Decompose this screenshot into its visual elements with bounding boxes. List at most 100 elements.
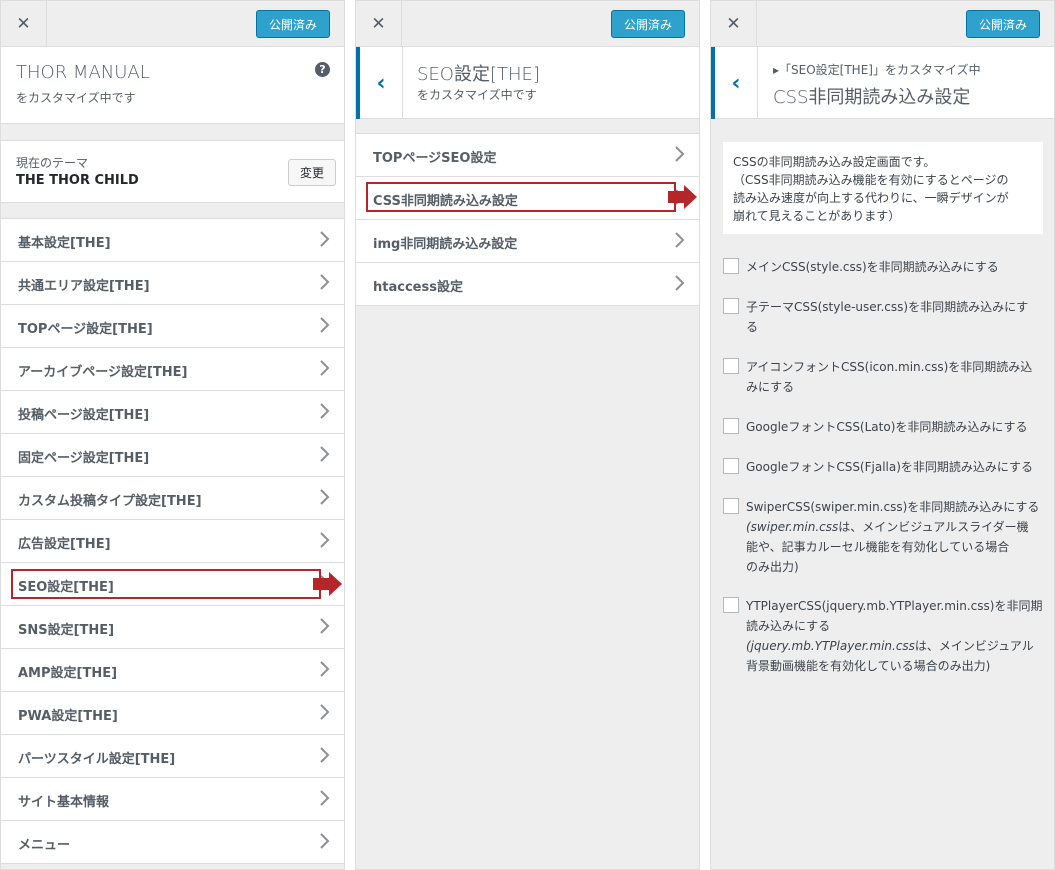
- section-list: 基本設定[THE] 共通エリア設定[THE] TOPページ設定[THE] アーカイブペ…: [1, 218, 344, 864]
- highlight-arrow-icon: [313, 572, 342, 596]
- close-icon[interactable]: ✕: [356, 1, 402, 46]
- chevron-right-icon: [320, 833, 330, 849]
- css-async-panel: ✕ 公開済み ‹ ▸「SEO設定[THE]」をカスタマイズ中 CSS非同期読み込…: [710, 0, 1055, 870]
- option-note: 背景動画機能を有効化している場合のみ出力): [746, 659, 991, 673]
- section-item[interactable]: アーカイブページ設定[THE]: [1, 348, 344, 391]
- section-item[interactable]: 固定ページ設定[THE]: [1, 434, 344, 477]
- section-item-label: 広告設定[THE]: [18, 537, 111, 552]
- chevron-right-icon: [320, 661, 330, 677]
- section-item[interactable]: メニュー: [1, 821, 344, 864]
- close-icon[interactable]: ✕: [711, 1, 757, 46]
- section-item-label: メニュー: [18, 838, 71, 853]
- section-item-label: 投稿ページ設定[THE]: [18, 408, 150, 423]
- checkbox[interactable]: [723, 418, 739, 434]
- checkbox[interactable]: [723, 597, 739, 613]
- chevron-right-icon: [675, 146, 685, 162]
- option-label: YTPlayerCSS(jquery.mb.YTPlayer.min.css)を…: [746, 599, 1043, 613]
- section-item-label: アーカイブページ設定[THE]: [18, 365, 188, 380]
- option-note-file: (swiper.min.css: [746, 520, 839, 534]
- help-icon[interactable]: ?: [315, 62, 330, 77]
- chevron-right-icon: [320, 747, 330, 763]
- section-item[interactable]: 基本設定[THE]: [1, 219, 344, 262]
- seo-settings-panel: ✕ 公開済み ‹ SEO設定[THE] をカスタマイズ中です TOPページSEO…: [355, 0, 700, 870]
- highlight-arrow-icon: [668, 185, 697, 209]
- section-title: CSS非同期読み込み設定: [773, 87, 971, 108]
- chevron-right-icon: [320, 360, 330, 376]
- customizer-header: ✕ 公開済み: [356, 1, 699, 47]
- option-note: (jquery.mb.YTPlayer.min.cssは、メインビジュアル: [746, 636, 1046, 656]
- checkbox[interactable]: [723, 498, 739, 514]
- customizer-root-panel: ✕ 公開済み THOR MANUAL をカスタマイズ中です ? 現在のテーマ T…: [0, 0, 345, 870]
- section-item-label: PWA設定[THE]: [18, 709, 118, 724]
- option-label: SwiperCSS(swiper.min.css)を非同期読み込みにする: [746, 500, 1040, 514]
- back-chevron-icon[interactable]: ‹: [356, 47, 403, 119]
- section-item[interactable]: SNS設定[THE]: [1, 606, 344, 649]
- chevron-right-icon: [320, 231, 330, 247]
- option-label: みにする: [746, 380, 795, 394]
- checkbox[interactable]: [723, 358, 739, 374]
- control-header: ‹ ▸「SEO設定[THE]」をカスタマイズ中 CSS非同期読み込み設定: [711, 47, 1054, 119]
- site-title: THOR MANUAL: [16, 62, 150, 83]
- section-item-label: TOPページSEO設定: [373, 151, 497, 166]
- chevron-right-icon: [320, 489, 330, 505]
- breadcrumb: ▸「SEO設定[THE]」をカスタマイズ中: [773, 63, 981, 77]
- section-item-label: AMP設定[THE]: [18, 666, 118, 681]
- description-box: CSSの非同期読み込み設定画面です。 （CSS非同期読み込み機能を有効にするとペ…: [723, 142, 1043, 234]
- chevron-right-icon: [320, 274, 330, 290]
- customizing-label: をカスタマイズ中です: [16, 91, 136, 105]
- chevron-right-icon: [320, 790, 330, 806]
- section-item[interactable]: 共通エリア設定[THE]: [1, 262, 344, 305]
- subsection-list: TOPページSEO設定 CSS非同期読み込み設定 img非同期読み込み設定 htacc…: [356, 133, 699, 306]
- option-label: 読み込みにする: [746, 619, 831, 633]
- section-item-label: サイト基本情報: [18, 795, 110, 810]
- checkbox[interactable]: [723, 458, 739, 474]
- section-item[interactable]: PWA設定[THE]: [1, 692, 344, 735]
- section-item[interactable]: カスタム投稿タイプ設定[THE]: [1, 477, 344, 520]
- checkbox[interactable]: [723, 258, 739, 274]
- back-chevron-icon[interactable]: ‹: [711, 47, 758, 119]
- section-item[interactable]: AMP設定[THE]: [1, 649, 344, 692]
- chevron-right-icon: [320, 704, 330, 720]
- chevron-right-icon: [320, 618, 330, 634]
- chevron-right-icon: [320, 317, 330, 333]
- section-item[interactable]: 広告設定[THE]: [1, 520, 344, 563]
- publish-button[interactable]: 公開済み: [256, 10, 330, 38]
- current-theme-label: 現在のテーマ: [16, 156, 89, 170]
- highlight-box: [11, 569, 321, 599]
- option-label: GoogleフォントCSS(Lato)を非同期読み込みにする: [746, 420, 1028, 434]
- option-label: メインCSS(style.css)を非同期読み込みにする: [746, 260, 999, 274]
- change-theme-button[interactable]: 変更: [288, 159, 336, 186]
- section-item-label: TOPページ設定[THE]: [18, 322, 153, 337]
- section-item-label: パーツスタイル設定[THE]: [18, 752, 176, 767]
- chevron-right-icon: [320, 446, 330, 462]
- section-item[interactable]: パーツスタイル設定[THE]: [1, 735, 344, 778]
- section-item[interactable]: TOPページ設定[THE]: [1, 305, 344, 348]
- section-item-label: 共通エリア設定[THE]: [18, 279, 150, 294]
- section-header: ‹ SEO設定[THE] をカスタマイズ中です: [356, 47, 699, 119]
- publish-button[interactable]: 公開済み: [611, 10, 685, 38]
- section-item[interactable]: htaccess設定: [356, 263, 699, 306]
- option-note: (swiper.min.cssは、メインビジュアルスライダー機: [746, 517, 1046, 537]
- section-item-label: img非同期読み込み設定: [373, 237, 518, 252]
- checkbox[interactable]: [723, 298, 739, 314]
- description-line: （CSS非同期読み込み機能を有効にするとページの: [733, 173, 1009, 187]
- option-note-text: は、メインビジュアル: [914, 639, 1034, 653]
- publish-button[interactable]: 公開済み: [966, 10, 1040, 38]
- option-note-file: (jquery.mb.YTPlayer.min.css: [746, 639, 915, 653]
- customizer-header: ✕ 公開済み: [1, 1, 344, 47]
- customizer-header: ✕ 公開済み: [711, 1, 1054, 47]
- description-line: 崩れて見えることがあります）: [733, 209, 901, 223]
- chevron-right-icon: [320, 403, 330, 419]
- option-label: る: [746, 320, 759, 334]
- section-item-label: 基本設定[THE]: [18, 236, 111, 251]
- section-item[interactable]: サイト基本情報: [1, 778, 344, 821]
- section-item[interactable]: TOPページSEO設定: [356, 134, 699, 177]
- section-item-label: 固定ページ設定[THE]: [18, 451, 150, 466]
- close-icon[interactable]: ✕: [1, 1, 47, 46]
- section-item[interactable]: img非同期読み込み設定: [356, 220, 699, 263]
- chevron-right-icon: [675, 232, 685, 248]
- section-item[interactable]: 投稿ページ設定[THE]: [1, 391, 344, 434]
- chevron-right-icon: [675, 275, 685, 291]
- section-item-label: htaccess設定: [373, 280, 463, 295]
- option-label: 子テーマCSS(style-user.css)を非同期読み込みにす: [746, 300, 1029, 314]
